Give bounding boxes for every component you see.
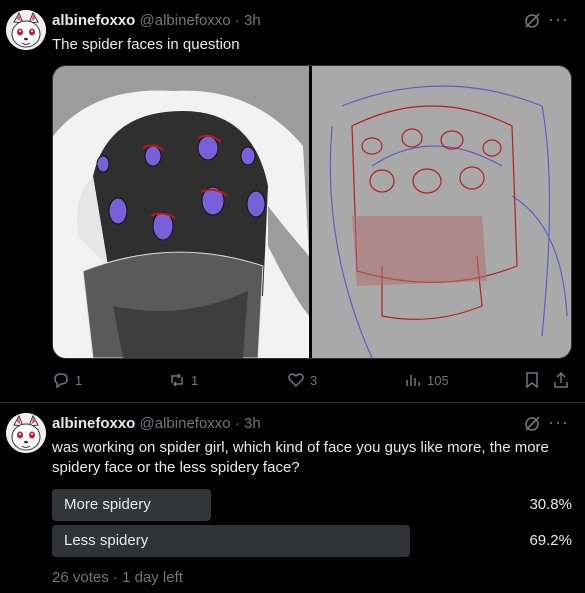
post-2[interactable]: albinefoxxo @albinefoxxo · 3h ··· was wo…	[0, 403, 585, 593]
poll-footer: 26 votes · 1 day left	[52, 569, 183, 586]
poll-option-percent: 69.2%	[529, 532, 572, 549]
poll-option-less-spidery[interactable]: Less spidery 69.2%	[52, 525, 572, 557]
share-icon	[554, 371, 568, 388]
views-button[interactable]: 105	[404, 371, 449, 389]
bookmark-button[interactable]	[523, 371, 541, 389]
post-text: The spider faces in question	[52, 36, 240, 53]
poll-option-percent: 30.8%	[529, 496, 572, 513]
spider-face-inked-image[interactable]	[53, 66, 309, 358]
fox-avatar-icon	[6, 10, 46, 50]
fox-avatar-icon	[6, 413, 46, 453]
analytics-icon	[406, 375, 420, 386]
like-count: 3	[310, 372, 318, 388]
reply-icon	[54, 373, 68, 389]
grok-icon[interactable]	[523, 415, 541, 433]
author-name[interactable]: albinefoxxo	[52, 12, 135, 29]
spider-face-sketch-image[interactable]	[312, 66, 571, 358]
post-actions: 1 1 3 105	[52, 371, 572, 391]
repost-count: 1	[191, 372, 199, 388]
more-options-button[interactable]: ···	[548, 412, 569, 433]
bookmark-icon	[526, 372, 538, 389]
like-button[interactable]: 3	[287, 371, 317, 389]
poll-votes: 26 votes	[52, 569, 109, 586]
author-name[interactable]: albinefoxxo	[52, 415, 135, 432]
reply-count: 1	[75, 372, 83, 388]
post-header: albinefoxxo @albinefoxxo · 3h	[52, 12, 261, 29]
more-options-button[interactable]: ···	[548, 9, 569, 30]
separator: ·	[112, 569, 118, 586]
post-header: albinefoxxo @albinefoxxo · 3h	[52, 415, 261, 432]
post-time[interactable]: 3h	[244, 12, 261, 29]
share-button[interactable]	[552, 371, 570, 389]
separator: ·	[234, 12, 240, 29]
post-1[interactable]: albinefoxxo @albinefoxxo · 3h ··· The sp…	[0, 0, 585, 403]
post-text: was working on spider girl, which kind o…	[52, 439, 549, 476]
heart-icon	[288, 373, 304, 388]
avatar[interactable]	[6, 413, 46, 453]
poll-option-label: Less spidery	[64, 532, 149, 549]
poll-option-label: More spidery	[64, 496, 151, 513]
grok-icon[interactable]	[523, 12, 541, 30]
separator: ·	[234, 415, 240, 432]
reply-button[interactable]: 1	[52, 371, 82, 389]
poll-option-more-spidery[interactable]: More spidery 30.8%	[52, 489, 572, 521]
view-count: 105	[427, 372, 449, 388]
poll-time-left: 1 day left	[122, 569, 183, 586]
avatar[interactable]	[6, 10, 46, 50]
author-handle[interactable]: @albinefoxxo	[140, 12, 231, 29]
author-handle[interactable]: @albinefoxxo	[140, 415, 231, 432]
repost-button[interactable]: 1	[168, 371, 198, 389]
repost-icon	[171, 373, 183, 387]
post-time[interactable]: 3h	[244, 415, 261, 432]
media-grid[interactable]	[52, 65, 572, 359]
